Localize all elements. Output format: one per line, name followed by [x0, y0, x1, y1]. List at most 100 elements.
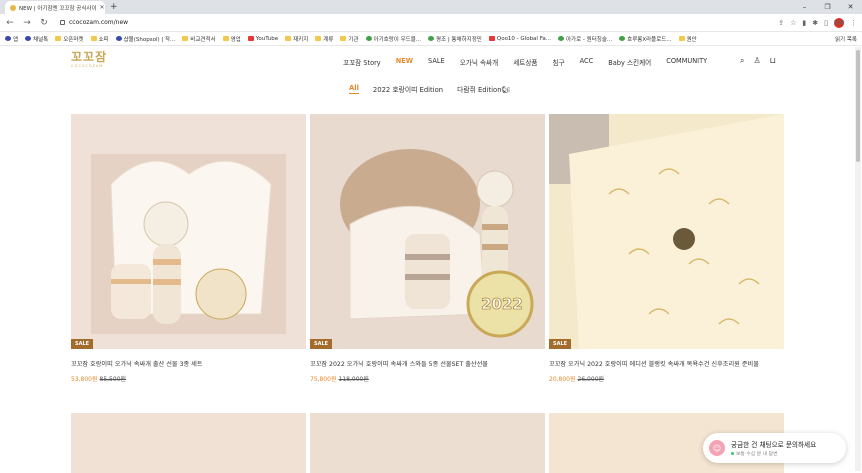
folder-icon	[90, 36, 97, 41]
product-card[interactable]: SALE 꼬꼬잠 호랑이띠 오가닉 속싸개 출산 선물 3종 세트 53,800원 8…	[71, 114, 306, 414]
cart-icon[interactable]: ⊔	[770, 56, 776, 66]
bookmark-item[interactable]: Qoo10 - Global Fa...	[488, 35, 551, 42]
star-icon[interactable]: ☆	[790, 19, 796, 27]
bookmark-item[interactable]: 쇼피	[90, 35, 109, 43]
apps-icon	[5, 36, 11, 41]
bookmark-label: 영업	[230, 36, 241, 43]
globe-icon	[619, 36, 626, 41]
folder-icon	[678, 36, 685, 41]
bookmark-item[interactable]: 비교견적서	[182, 35, 216, 43]
user-icon[interactable]: ♙	[753, 56, 760, 66]
address-bar[interactable]: ccocozam.com/new	[56, 16, 771, 29]
nav-item[interactable]: 침구	[552, 57, 564, 67]
menu-icon[interactable]: ⋮	[850, 19, 857, 27]
bookmark-item[interactable]: 앱	[5, 35, 18, 43]
product-grid: SALE 꼬꼬잠 호랑이띠 오가닉 속싸개 출산 선물 3종 세트 53,800원 8…	[71, 114, 784, 414]
window-close-icon[interactable]: ✕	[839, 0, 862, 14]
back-icon[interactable]: ←	[5, 18, 15, 28]
folder-icon	[285, 36, 292, 41]
bookmark-item[interactable]: 아기호랑이 우드블...	[365, 35, 421, 43]
nav-item[interactable]: NEW	[396, 57, 413, 67]
product-name[interactable]: 꼬꼬잠 2022 오가닉 호랑이띠 속싸개 스와들 5종 선물SET 출산선물	[310, 359, 545, 368]
logo-text: 꼬꼬잠	[71, 50, 108, 64]
globe-icon	[428, 36, 435, 41]
close-tab-icon[interactable]: ✕	[100, 4, 105, 11]
original-price: 85,500원	[99, 376, 127, 383]
new-tab-button[interactable]: +	[110, 1, 118, 13]
chat-subtitle: 보통 수십 분 내 답변	[736, 452, 778, 457]
product-name[interactable]: 꼬꼬잠 오가닉 2022 호랑이띠 에디션 블랭킷 속싸개 목욕수건 신후조리원…	[549, 359, 784, 368]
filter-tab[interactable]: 다람쥐 Edition🐿	[457, 84, 510, 94]
lock-icon	[60, 20, 65, 25]
product-image[interactable]: 2022 SALE	[310, 114, 545, 349]
search-icon[interactable]: ⌕	[740, 56, 744, 66]
bookmark-label: 비교견적서	[190, 36, 216, 43]
reading-list[interactable]: 읽기 목록	[835, 35, 857, 43]
forward-icon[interactable]: →	[22, 18, 32, 28]
original-price: 118,000원	[338, 376, 369, 383]
bookmark-item[interactable]: 오픈마켓	[55, 35, 84, 43]
folder-icon	[315, 36, 322, 41]
youtube-icon	[247, 36, 254, 41]
bookmark-label: 쇼피	[98, 36, 109, 43]
bookmark-item[interactable]: 채널톡	[25, 35, 48, 43]
bookmark-item[interactable]: 평조 | 통채하지정민	[428, 35, 482, 43]
bookmark-label: YouTube	[255, 35, 279, 42]
maximize-icon[interactable]: ❐	[816, 0, 839, 14]
bookmark-label: 아가로 - 원터칭슬...	[565, 36, 613, 43]
bookmark-item[interactable]: 재키지	[285, 35, 308, 43]
product-image[interactable]: SALE	[549, 114, 784, 349]
main-nav: 꼬꼬잠 Story NEW SALE 오가닉 속싸개 세트상품 침구 ACC Baby 스킨케…	[343, 57, 707, 67]
minimize-icon[interactable]: –	[793, 0, 816, 14]
product-thumb[interactable]	[310, 413, 545, 473]
bookmark-label: 오픈마켓	[63, 36, 84, 43]
sale-price: 53,800원	[71, 376, 98, 383]
scrollbar-thumb[interactable]	[856, 50, 860, 162]
profile-avatar[interactable]: KM	[834, 17, 844, 28]
bookmark-item[interactable]: 계류	[315, 35, 333, 43]
browser-tab[interactable]: NEW | 아기잠엔 꼬꼬잠 공식사이 ✕	[5, 1, 105, 14]
nav-item[interactable]: Baby 스킨케어	[608, 57, 651, 67]
product-row-2	[71, 413, 784, 473]
product-card[interactable]: SALE 꼬꼬잠 오가닉 2022 호랑이띠 에디션 블랭킷 속싸개 목욕수건 신…	[549, 114, 784, 414]
extension-icon[interactable]: ▮	[802, 19, 806, 27]
bookmark-item[interactable]: 샵몰(Shopsol) | 작...	[115, 35, 175, 43]
filter-tab[interactable]: All	[349, 84, 359, 94]
chat-widget[interactable]: ☺ 궁금한 건 채팅으로 문의하세요 보통 수십 분 내 답변	[703, 433, 846, 463]
sale-badge: SALE	[310, 339, 333, 349]
product-thumb[interactable]	[71, 413, 306, 473]
product-price: 20,800원 26,000원	[549, 374, 784, 383]
sidebar-icon[interactable]: ▯	[824, 19, 828, 27]
nav-item[interactable]: ACC	[580, 57, 594, 67]
bookmark-label: 퀀안	[686, 36, 697, 43]
reload-icon[interactable]: ↻	[39, 18, 49, 28]
product-card[interactable]: 2022 SALE 꼬꼬잠 2022 오가닉 호랑이띠 속싸개 스와들 5종 선물S…	[310, 114, 545, 414]
share-icon[interactable]: ⇪	[778, 19, 784, 27]
nav-item[interactable]: 꼬꼬잠 Story	[343, 57, 381, 67]
bookmark-item[interactable]: 아가로 - 원터칭슬...	[557, 35, 613, 43]
url-text: ccocozam.com/new	[69, 19, 129, 26]
site-logo[interactable]: 꼬꼬잠 COCOCOZAM	[71, 50, 108, 69]
nav-item[interactable]: SALE	[428, 57, 445, 67]
product-price: 75,800원 118,000원	[310, 374, 545, 383]
bookmark-label: Qoo10 - Global Fa...	[496, 35, 551, 42]
nav-item[interactable]: 오가닉 속싸개	[460, 57, 499, 67]
tab-title: NEW | 아기잠엔 꼬꼬잠 공식사이	[19, 5, 97, 12]
product-image[interactable]: SALE	[71, 114, 306, 349]
puzzle-icon[interactable]: ✱	[812, 19, 818, 27]
bookmark-item[interactable]: YouTube	[247, 35, 279, 42]
bookmark-item[interactable]: 기관	[340, 35, 359, 43]
product-name[interactable]: 꼬꼬잠 호랑이띠 오가닉 속싸개 출산 선물 3종 세트	[71, 359, 306, 368]
logo-subtext: COCOCOZAM	[71, 64, 104, 68]
window-controls: – ❐ ✕	[793, 0, 862, 14]
nav-item[interactable]: COMMUNITY	[666, 57, 707, 67]
original-price: 26,000원	[577, 376, 605, 383]
bookmark-item[interactable]: 퀀안	[678, 35, 697, 43]
filter-tab[interactable]: 2022 호랑이띠 Edition	[373, 84, 443, 94]
bookmark-item[interactable]: 호루롱X라플로드...	[619, 35, 672, 43]
product-stamp-text: 2022	[481, 295, 523, 313]
site-header: 꼬꼬잠 COCOCOZAM 꼬꼬잠 Story NEW SALE 오가닉 속싸개 세트상…	[0, 46, 862, 76]
bookmark-item[interactable]: 영업	[222, 35, 241, 43]
folder-icon	[182, 36, 189, 41]
nav-item[interactable]: 세트상품	[513, 57, 537, 67]
